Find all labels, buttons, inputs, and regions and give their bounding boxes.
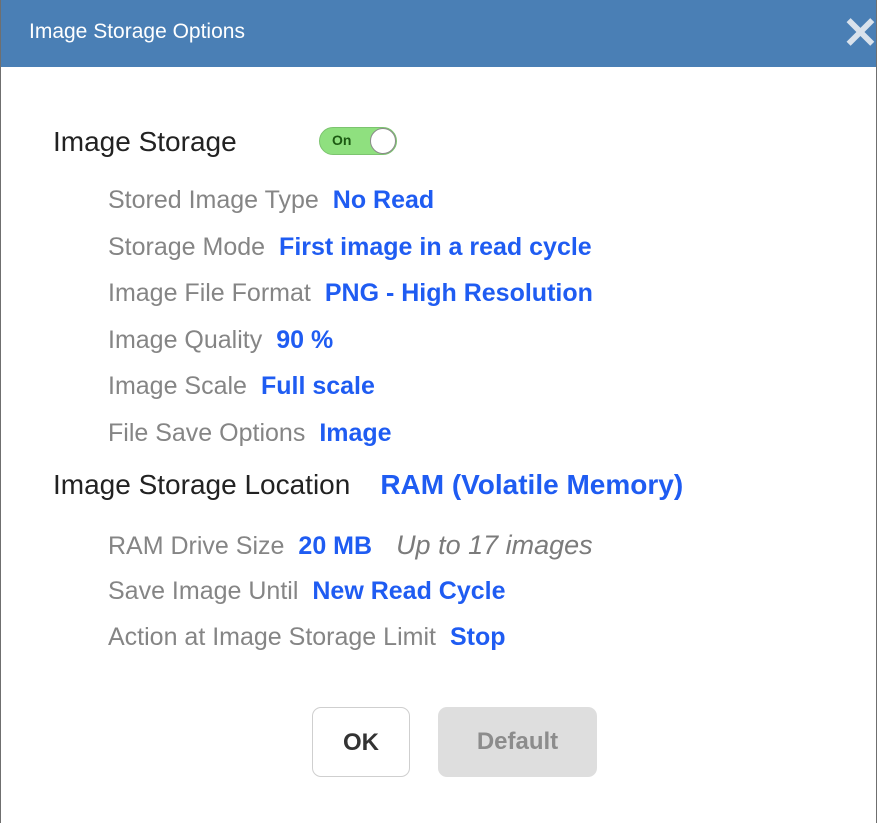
location-value-link[interactable]: RAM (Volatile Memory): [380, 469, 683, 500]
image-storage-toggle[interactable]: On: [319, 127, 397, 155]
capacity-note: Up to 17 images: [396, 530, 593, 560]
image-storage-label: Image Storage: [53, 126, 237, 157]
dialog-title: Image Storage Options: [29, 20, 245, 43]
setting-label: Image Scale: [108, 372, 247, 400]
default-button[interactable]: Default: [438, 707, 597, 777]
setting-value-link[interactable]: 90 %: [276, 326, 333, 354]
image-storage-settings: Stored Image Type No Read Storage Mode Fir…: [108, 186, 593, 465]
setting-value-link[interactable]: New Read Cycle: [312, 577, 505, 605]
setting-ram-drive-size: RAM Drive Size 20 MB Up to 17 images: [108, 530, 593, 577]
image-storage-dialog: Image Storage Options ✕ Image Storage On…: [0, 0, 879, 823]
location-label: Image Storage Location: [53, 469, 351, 500]
setting-value-link[interactable]: Full scale: [261, 372, 375, 400]
setting-stored-image-type: Stored Image Type No Read: [108, 186, 593, 233]
setting-value-link[interactable]: First image in a read cycle: [279, 233, 592, 261]
title-bar: Image Storage Options ✕: [1, 0, 879, 67]
setting-label: Save Image Until: [108, 576, 299, 605]
toggle-label: On: [332, 132, 352, 148]
setting-value-link[interactable]: 20 MB: [298, 532, 372, 560]
setting-label: Stored Image Type: [108, 186, 319, 214]
setting-label: Image Quality: [108, 325, 263, 354]
setting-action-at-limit: Action at Image Storage Limit Stop: [108, 623, 593, 670]
setting-value-link[interactable]: PNG - High Resolution: [325, 279, 593, 307]
setting-label: Storage Mode: [108, 232, 266, 261]
setting-label: Action at Image Storage Limit: [108, 623, 436, 651]
setting-save-image-until: Save Image Until New Read Cycle: [108, 577, 593, 624]
setting-label: Image File Format: [108, 279, 311, 307]
close-icon[interactable]: ✕: [842, 12, 879, 60]
ok-button[interactable]: OK: [312, 707, 410, 777]
setting-value-link[interactable]: Stop: [450, 623, 506, 651]
setting-image-file-format: Image File Format PNG - High Resolution: [108, 279, 593, 326]
toggle-knob: [370, 128, 396, 154]
setting-label: File Save Options: [108, 418, 306, 447]
setting-storage-mode: Storage Mode First image in a read cycle: [108, 233, 593, 280]
setting-value-link[interactable]: Image: [319, 419, 391, 447]
setting-file-save-options: File Save Options Image: [108, 419, 593, 466]
setting-label: RAM Drive Size: [108, 532, 285, 560]
image-storage-location: Image Storage Location RAM (Volatile Memo…: [53, 469, 683, 501]
setting-value-link[interactable]: No Read: [333, 186, 434, 214]
setting-image-scale: Image Scale Full scale: [108, 372, 593, 419]
setting-image-quality: Image Quality 90 %: [108, 326, 593, 373]
location-settings: RAM Drive Size 20 MB Up to 17 images Save …: [108, 530, 593, 670]
